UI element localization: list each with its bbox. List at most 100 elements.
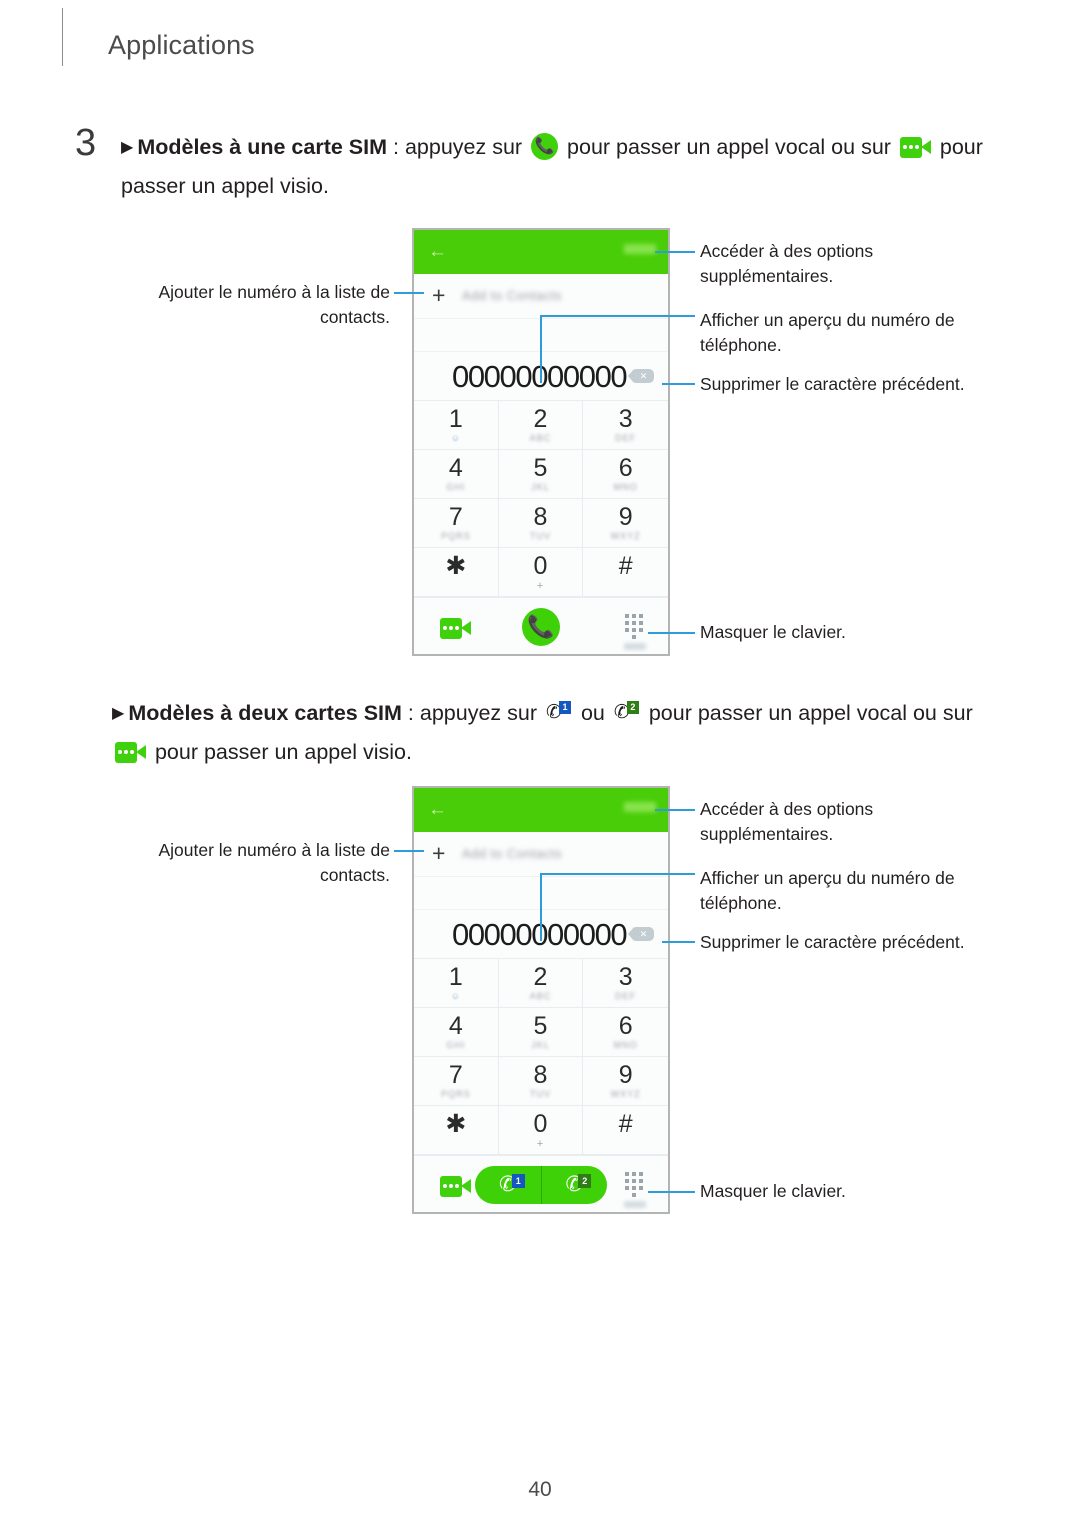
sim2-call-icon: ✆ 2 xyxy=(614,701,640,725)
key-sublabel: DEF xyxy=(615,433,637,443)
key-sublabel: WXYZ xyxy=(610,1089,641,1099)
key-9[interactable]: 9 WXYZ xyxy=(583,1057,668,1106)
key-digit: 2 xyxy=(533,963,548,991)
key-digit: 4 xyxy=(448,1012,463,1040)
key-digit: ✱ xyxy=(445,552,467,580)
key-7[interactable]: 7 PQRS xyxy=(414,499,499,548)
key-sublabel: MNO xyxy=(613,482,638,492)
leader-more-options-1 xyxy=(655,251,695,253)
key-sublabel: ⎉ xyxy=(451,991,460,1001)
key-5[interactable]: 5 JKL xyxy=(498,450,584,499)
step-3-text-1: : appuyez sur xyxy=(387,135,529,159)
key-3[interactable]: 3 DEF xyxy=(583,401,668,450)
key-9[interactable]: 9 WXYZ xyxy=(583,499,668,548)
key-sublabel: JKL xyxy=(531,1040,550,1050)
add-to-contacts-label: Add to Contacts xyxy=(462,288,562,303)
key-4[interactable]: 4 GHI xyxy=(414,1008,499,1057)
key-digit: 0 xyxy=(533,552,548,580)
add-to-contacts-row[interactable]: + Add to Contacts xyxy=(414,832,668,877)
leader-preview-h-2 xyxy=(540,873,695,875)
key-6[interactable]: 6 MNO xyxy=(583,450,668,499)
key-2[interactable]: 2 ABC xyxy=(498,401,584,450)
key-5[interactable]: 5 JKL xyxy=(498,1008,584,1057)
callout-preview-number-2: Afficher un aperçu du numéro de téléphon… xyxy=(700,868,955,913)
callout-more-options-1: Accéder à des options supplémentaires. xyxy=(700,241,874,286)
back-arrow-icon[interactable]: ← xyxy=(428,242,447,261)
leader-more-options-2 xyxy=(655,809,695,811)
video-call-icon xyxy=(115,742,146,763)
more-options-menu[interactable] xyxy=(624,244,656,254)
key-8[interactable]: 8 TUV xyxy=(498,499,584,548)
leader-preview-v-2 xyxy=(540,873,542,941)
step-number: 3 xyxy=(75,122,97,164)
key-digit: 7 xyxy=(448,1061,463,1089)
key-sublabel: GHI xyxy=(446,482,466,492)
call-circle-icon xyxy=(531,133,559,160)
key-sublabel: ABC xyxy=(529,991,552,1001)
plus-icon[interactable]: + xyxy=(432,284,445,307)
leader-hide-keypad-1 xyxy=(648,632,695,634)
key-8[interactable]: 8 TUV xyxy=(498,1057,584,1106)
leader-hide-keypad-2 xyxy=(648,1191,695,1193)
step-3: 3 ▶ Modèles à une carte SIM : appuyez sur… xyxy=(75,122,1005,205)
plus-icon[interactable]: + xyxy=(432,842,445,865)
dialer-app-bar: ← xyxy=(414,788,668,832)
key-sublabel: DEF xyxy=(615,991,637,1001)
callout-delete-char-2: Supprimer le caractère précédent. xyxy=(700,932,965,952)
key-sublabel: PQRS xyxy=(441,531,471,541)
call-button[interactable] xyxy=(522,608,560,646)
key-3[interactable]: 3 DEF xyxy=(583,959,668,1008)
key-digit: 8 xyxy=(533,1061,548,1089)
page-title: Applications xyxy=(108,30,255,60)
key-sublabel: GHI xyxy=(446,1040,466,1050)
key-digit: # xyxy=(618,552,633,580)
key-1[interactable]: 1 ⎉ xyxy=(414,401,499,450)
handset-glyph: ✆ xyxy=(498,1173,517,1196)
key-digit: ✱ xyxy=(445,1110,467,1138)
key-hash[interactable]: # xyxy=(583,1106,668,1155)
hide-keypad-button[interactable] xyxy=(624,1172,646,1208)
leader-preview-v-1 xyxy=(540,315,542,383)
step-3-text: ▶Modèles à une carte SIM : appuyez sur p… xyxy=(121,128,1005,205)
call-button-sim2[interactable]: ✆ 2 xyxy=(540,1166,608,1204)
dual-sim-call-buttons: ✆ 1 ✆ 2 xyxy=(475,1166,607,1204)
key-7[interactable]: 7 PQRS xyxy=(414,1057,499,1106)
key-digit: # xyxy=(618,1110,633,1138)
video-call-button[interactable] xyxy=(440,1176,471,1197)
key-star[interactable]: ✱ xyxy=(414,1106,499,1155)
key-digit: 5 xyxy=(533,1012,548,1040)
add-to-contacts-row[interactable]: + Add to Contacts xyxy=(414,274,668,319)
call-button-sim1[interactable]: ✆ 1 xyxy=(475,1166,541,1204)
key-4[interactable]: 4 GHI xyxy=(414,450,499,499)
more-options-menu[interactable] xyxy=(624,802,656,812)
key-digit: 1 xyxy=(448,405,463,433)
back-arrow-icon[interactable]: ← xyxy=(428,800,447,819)
key-digit: 6 xyxy=(618,1012,633,1040)
key-0[interactable]: 0 + xyxy=(498,548,584,597)
key-0[interactable]: 0 + xyxy=(498,1106,584,1155)
phone-mock-single-sim: ← + Add to Contacts 00000000000 ✕ 1⎉ 2AB… xyxy=(412,228,670,656)
key-6[interactable]: 6 MNO xyxy=(583,1008,668,1057)
callout-preview-number-1: Afficher un aperçu du numéro de téléphon… xyxy=(700,310,955,355)
key-digit: 8 xyxy=(533,503,548,531)
hide-keypad-button[interactable] xyxy=(624,614,646,650)
key-sublabel: WXYZ xyxy=(610,531,641,541)
callout-add-to-contacts-2: Ajouter le numéro à la liste de contacts… xyxy=(158,840,390,885)
backspace-icon[interactable]: ✕ xyxy=(628,927,654,941)
key-digit: 4 xyxy=(448,454,463,482)
key-digit: 3 xyxy=(618,963,633,991)
video-call-button[interactable] xyxy=(440,618,471,639)
dialer-app-bar: ← xyxy=(414,230,668,274)
backspace-icon[interactable]: ✕ xyxy=(628,369,654,383)
dual-text-1: : appuyez sur xyxy=(401,701,543,725)
key-hash[interactable]: # xyxy=(583,548,668,597)
key-digit: 1 xyxy=(448,963,463,991)
key-sublabel: JKL xyxy=(531,482,550,492)
add-to-contacts-label: Add to Contacts xyxy=(462,846,562,861)
key-sublabel: MNO xyxy=(613,1040,638,1050)
key-star[interactable]: ✱ xyxy=(414,548,499,597)
key-1[interactable]: 1 ⎉ xyxy=(414,959,499,1008)
key-2[interactable]: 2 ABC xyxy=(498,959,584,1008)
callout-hide-keypad-1: Masquer le clavier. xyxy=(700,622,846,642)
page-header: Applications xyxy=(0,0,1080,100)
